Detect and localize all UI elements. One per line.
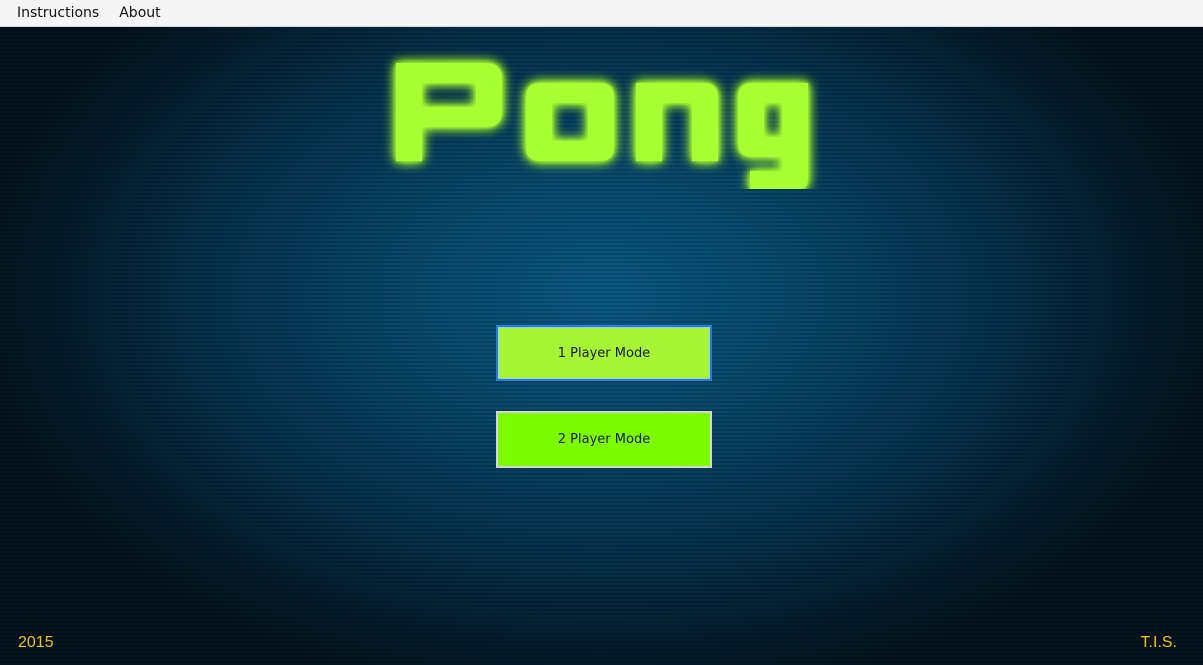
menu-about[interactable]: About xyxy=(112,0,167,27)
game-stage: 1 Player Mode 2 Player Mode 2015 T.I.S. xyxy=(0,27,1203,665)
pong-title-logo xyxy=(396,63,808,189)
footer-author: T.I.S. xyxy=(1140,634,1177,651)
footer-year: 2015 xyxy=(18,634,54,651)
two-player-mode-button[interactable]: 2 Player Mode xyxy=(496,411,712,468)
game-window: Instructions About 1 Player Mode 2 Playe… xyxy=(0,0,1203,665)
menu-instructions[interactable]: Instructions xyxy=(10,0,106,27)
one-player-mode-button[interactable]: 1 Player Mode xyxy=(496,325,712,381)
menu-bar: Instructions About xyxy=(0,0,1203,27)
